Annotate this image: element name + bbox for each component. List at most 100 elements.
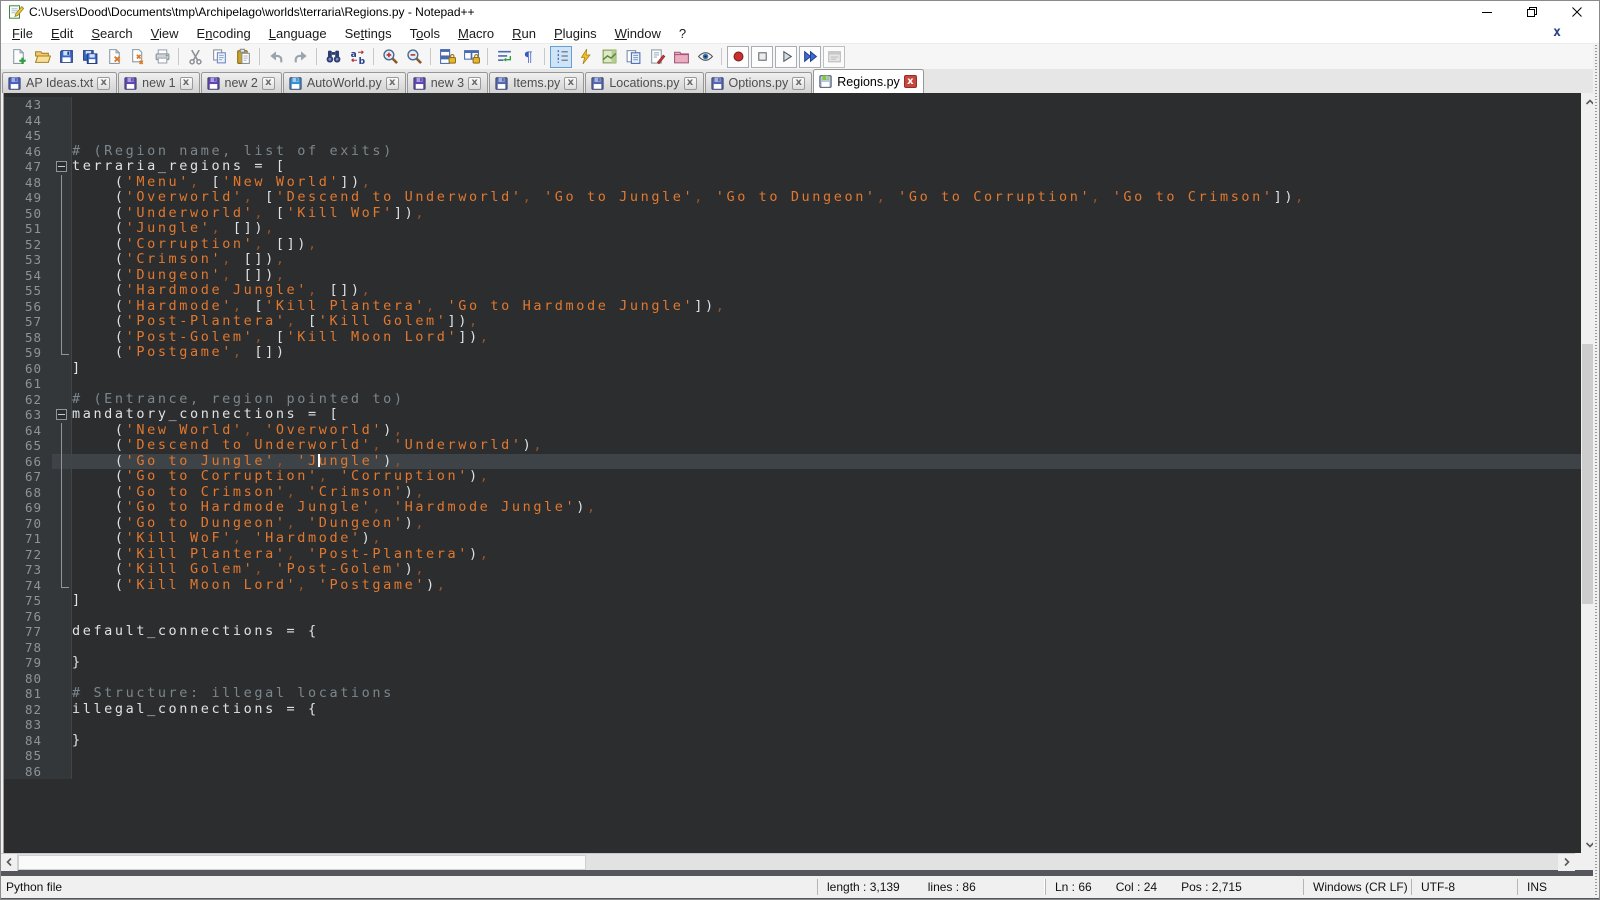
code-text[interactable]: # (Entrance, region pointed to) bbox=[72, 392, 1581, 408]
code-text[interactable] bbox=[72, 376, 1581, 392]
line-number[interactable]: 76 bbox=[4, 609, 52, 625]
save-button[interactable] bbox=[55, 46, 77, 68]
code-text[interactable]: ('Descend to Underworld', 'Underworld'), bbox=[72, 438, 1581, 454]
menu-run[interactable]: Run bbox=[503, 24, 545, 43]
tab-ap-ideas-txt[interactable]: AP Ideas.txtx bbox=[2, 72, 117, 93]
menu-settings[interactable]: Settings bbox=[336, 24, 401, 43]
line-number[interactable]: 58 bbox=[4, 330, 52, 346]
menu-encoding[interactable]: Encoding bbox=[188, 24, 260, 43]
folder-as-workspace-button[interactable] bbox=[670, 46, 692, 68]
line-number[interactable]: 86 bbox=[4, 764, 52, 780]
line-number[interactable]: 79 bbox=[4, 655, 52, 671]
undo-button[interactable] bbox=[265, 46, 287, 68]
code-text[interactable]: # Structure: illegal locations bbox=[72, 686, 1581, 702]
close-button[interactable] bbox=[103, 46, 125, 68]
code-text[interactable]: } bbox=[72, 655, 1581, 671]
document-map-button[interactable] bbox=[598, 46, 620, 68]
line-number[interactable]: 85 bbox=[4, 748, 52, 764]
code-text[interactable] bbox=[72, 748, 1581, 764]
line-number[interactable]: 70 bbox=[4, 516, 52, 532]
line-number[interactable]: 44 bbox=[4, 113, 52, 129]
cut-button[interactable] bbox=[184, 46, 206, 68]
fold-collapse-icon[interactable] bbox=[52, 407, 72, 423]
zoom-out-button[interactable] bbox=[403, 46, 425, 68]
tab-close-icon[interactable]: x bbox=[468, 77, 481, 90]
statusbar-eol-format[interactable]: Windows (CR LF) bbox=[1303, 879, 1411, 895]
code-text[interactable]: ('Underworld', ['Kill WoF']), bbox=[72, 206, 1581, 222]
close-all-button[interactable] bbox=[127, 46, 149, 68]
line-number[interactable]: 56 bbox=[4, 299, 52, 315]
code-text[interactable]: ('Go to Dungeon', 'Dungeon'), bbox=[72, 516, 1581, 532]
paste-button[interactable] bbox=[232, 46, 254, 68]
code-text[interactable]: ('Overworld', ['Descend to Underworld', … bbox=[72, 190, 1581, 206]
line-number[interactable]: 61 bbox=[4, 376, 52, 392]
code-text[interactable]: ('Post-Golem', ['Kill Moon Lord']), bbox=[72, 330, 1581, 346]
code-text[interactable]: ('Post-Plantera', ['Kill Golem']), bbox=[72, 314, 1581, 330]
line-number[interactable]: 49 bbox=[4, 190, 52, 206]
line-number[interactable]: 78 bbox=[4, 640, 52, 656]
tab-close-icon[interactable]: x bbox=[564, 77, 577, 90]
line-number[interactable]: 59 bbox=[4, 345, 52, 361]
tab-options-py[interactable]: Options.pyx bbox=[705, 72, 813, 93]
code-text[interactable]: ] bbox=[72, 361, 1581, 377]
line-number[interactable]: 69 bbox=[4, 500, 52, 516]
menu-window[interactable]: Window bbox=[606, 24, 670, 43]
horizontal-scrollbar[interactable] bbox=[1, 853, 1575, 870]
code-view[interactable]: 43444546# (Region name, list of exits)47… bbox=[4, 93, 1581, 853]
line-number[interactable]: 46 bbox=[4, 144, 52, 160]
code-text[interactable] bbox=[72, 717, 1581, 733]
line-number[interactable]: 73 bbox=[4, 562, 52, 578]
code-text[interactable]: ('Menu', ['New World']), bbox=[72, 175, 1581, 191]
code-text[interactable] bbox=[72, 671, 1581, 687]
tab-close-icon[interactable]: x bbox=[904, 75, 917, 88]
code-text[interactable] bbox=[72, 128, 1581, 144]
line-number[interactable]: 71 bbox=[4, 531, 52, 547]
code-text[interactable]: ('Kill WoF', 'Hardmode'), bbox=[72, 531, 1581, 547]
code-text[interactable]: # (Region name, list of exits) bbox=[72, 144, 1581, 160]
indent-guide-button[interactable] bbox=[550, 46, 572, 68]
tab-autoworld-py[interactable]: AutoWorld.pyx bbox=[283, 72, 406, 93]
menu-macro[interactable]: Macro bbox=[449, 24, 503, 43]
doc-switcher-button[interactable] bbox=[622, 46, 644, 68]
code-text[interactable]: ('Go to Jungle', 'Jungle'), bbox=[72, 454, 1581, 470]
line-number[interactable]: 63 bbox=[4, 407, 52, 423]
fold-collapse-icon[interactable] bbox=[52, 159, 72, 175]
tab-new-2[interactable]: new 2x bbox=[201, 72, 282, 93]
copy-button[interactable] bbox=[208, 46, 230, 68]
run-macro-multiple-button[interactable] bbox=[799, 46, 821, 68]
line-number[interactable]: 50 bbox=[4, 206, 52, 222]
monitoring-button[interactable] bbox=[694, 46, 716, 68]
code-text[interactable]: ('Kill Plantera', 'Post-Plantera'), bbox=[72, 547, 1581, 563]
stop-macro-button[interactable] bbox=[751, 46, 773, 68]
redo-button[interactable] bbox=[289, 46, 311, 68]
code-text[interactable]: ('Go to Corruption', 'Corruption'), bbox=[72, 469, 1581, 485]
open-file-button[interactable] bbox=[31, 46, 53, 68]
code-text[interactable]: default_connections = { bbox=[72, 624, 1581, 640]
code-text[interactable]: ('Crimson', []), bbox=[72, 252, 1581, 268]
menu-search[interactable]: Search bbox=[82, 24, 141, 43]
code-text[interactable]: ('Jungle', []), bbox=[72, 221, 1581, 237]
code-text[interactable] bbox=[72, 609, 1581, 625]
tab-new-3[interactable]: new 3x bbox=[407, 72, 488, 93]
tab-new-1[interactable]: new 1x bbox=[118, 72, 199, 93]
line-number[interactable]: 66 bbox=[4, 454, 52, 470]
line-number[interactable]: 64 bbox=[4, 423, 52, 439]
lightning-button[interactable] bbox=[574, 46, 596, 68]
scroll-left-button[interactable] bbox=[1, 854, 18, 871]
line-number[interactable]: 65 bbox=[4, 438, 52, 454]
show-all-characters-button[interactable]: ¶ bbox=[517, 46, 539, 68]
code-text[interactable]: ('Go to Hardmode Jungle', 'Hardmode Jung… bbox=[72, 500, 1581, 516]
scroll-right-button[interactable] bbox=[1558, 854, 1575, 871]
code-text[interactable]: mandatory_connections = [ bbox=[72, 407, 1581, 423]
code-text[interactable]: ('Dungeon', []), bbox=[72, 268, 1581, 284]
menu-edit[interactable]: Edit bbox=[42, 24, 82, 43]
line-number[interactable]: 84 bbox=[4, 733, 52, 749]
line-number[interactable]: 77 bbox=[4, 624, 52, 640]
line-number[interactable]: 67 bbox=[4, 469, 52, 485]
sync-horizontal-button[interactable] bbox=[460, 46, 482, 68]
line-number[interactable]: 68 bbox=[4, 485, 52, 501]
replace-button[interactable]: ab bbox=[346, 46, 368, 68]
close-button[interactable] bbox=[1554, 1, 1599, 23]
menu-view[interactable]: View bbox=[142, 24, 188, 43]
sync-vertical-button[interactable] bbox=[436, 46, 458, 68]
